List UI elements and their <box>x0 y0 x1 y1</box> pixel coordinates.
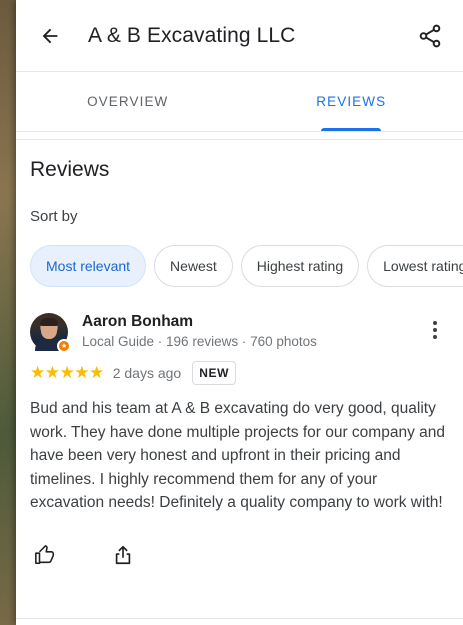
upload-share-icon <box>115 545 131 564</box>
more-vert-icon <box>433 321 437 325</box>
rating-row: ★★★★★ 2 days ago NEW <box>30 361 463 385</box>
page-title: A & B Excavating LLC <box>88 23 296 47</box>
arrow-back-icon <box>42 28 58 43</box>
reviewer-meta: Local Guide · 196 reviews · 760 photos <box>82 334 317 349</box>
review-card: ★ Aaron Bonham Local Guide · 196 reviews… <box>16 287 463 568</box>
review-header: ★ Aaron Bonham Local Guide · 196 reviews… <box>30 313 463 353</box>
reviewer-name[interactable]: Aaron Bonham <box>82 313 423 331</box>
divider <box>16 618 463 619</box>
sort-by-label: Sort by <box>30 208 78 225</box>
sort-chip-most-relevant[interactable]: Most relevant <box>30 245 147 287</box>
tab-overview[interactable]: OVERVIEW <box>16 72 240 131</box>
sort-chip-highest-rating[interactable]: Highest rating <box>240 245 360 287</box>
divider <box>16 132 463 140</box>
reviewer-info: Aaron Bonham Local Guide · 196 reviews ·… <box>82 313 423 349</box>
sort-chips: Most relevant Newest Highest rating Lowe… <box>16 225 463 287</box>
review-text: Bud and his team at A & B excavating do … <box>30 400 445 511</box>
review-actions <box>30 542 463 568</box>
place-panel: A & B Excavating LLC OVERVIEW REVIEWS Re… <box>16 0 463 625</box>
back-button[interactable] <box>36 22 64 50</box>
more-options-button[interactable] <box>423 315 447 345</box>
new-badge: NEW <box>192 361 236 385</box>
share-button[interactable] <box>415 21 445 51</box>
app-bar: A & B Excavating LLC <box>16 0 463 72</box>
tab-reviews[interactable]: REVIEWS <box>240 72 463 131</box>
reviews-heading: Reviews <box>30 158 110 181</box>
share-review-button[interactable] <box>110 542 136 568</box>
review-date: 2 days ago <box>112 365 182 381</box>
sort-chip-lowest-rating[interactable]: Lowest rating <box>367 245 463 287</box>
avatar[interactable]: ★ <box>30 313 71 353</box>
sort-chip-newest[interactable]: Newest <box>154 245 233 287</box>
tab-bar: OVERVIEW REVIEWS <box>16 72 463 132</box>
local-guide-badge-icon: ★ <box>57 339 71 353</box>
like-button[interactable] <box>32 542 58 568</box>
thumb-up-icon <box>35 544 55 564</box>
share-icon <box>419 24 441 47</box>
star-rating: ★★★★★ <box>30 363 104 382</box>
